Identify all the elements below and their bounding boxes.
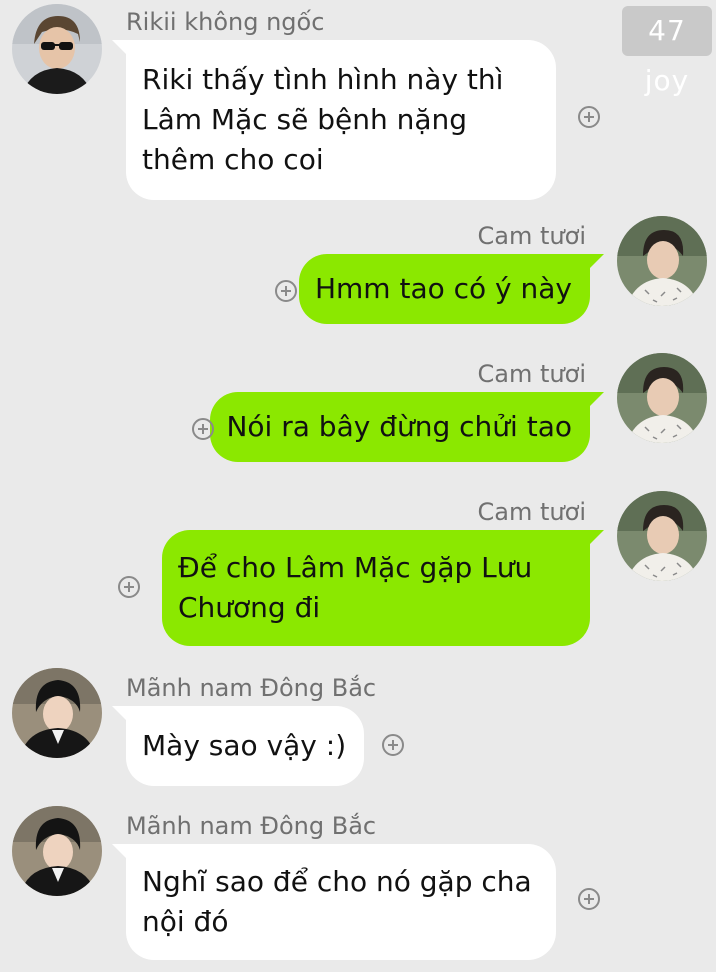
add-reaction-icon[interactable] [382, 734, 404, 756]
message-bubble[interactable]: Để cho Lâm Mặc gặp Lưu Chương đi [162, 530, 604, 646]
add-reaction-icon[interactable] [118, 576, 140, 598]
avatar-manh-nam[interactable] [12, 806, 102, 896]
sender-name: Rikii không ngốc [126, 8, 325, 36]
message-bubble[interactable]: Nói ra bây đừng chửi tao [210, 392, 604, 462]
sender-name: Mãnh nam Đông Bắc [126, 674, 377, 702]
sender-name: Cam tươi [477, 222, 586, 250]
add-reaction-icon[interactable] [578, 106, 600, 128]
avatar-cam-tuoi[interactable] [617, 353, 707, 443]
message-bubble[interactable]: Riki thấy tình hình này thì Lâm Mặc sẽ b… [112, 40, 556, 200]
avatar-riki[interactable] [12, 4, 102, 94]
message-bubble[interactable]: Nghĩ sao để cho nó gặp cha nội đó [112, 844, 556, 960]
avatar-manh-nam[interactable] [12, 668, 102, 758]
avatar-cam-tuoi[interactable] [617, 216, 707, 306]
sender-name: Cam tươi [477, 360, 586, 388]
sender-name: Cam tươi [477, 498, 586, 526]
avatar-cam-tuoi[interactable] [617, 491, 707, 581]
add-reaction-icon[interactable] [192, 418, 214, 440]
message-bubble[interactable]: Mày sao vậy :) [111, 706, 365, 786]
watermark: 47 joy [622, 6, 712, 97]
add-reaction-icon[interactable] [275, 280, 297, 302]
message-bubble[interactable]: Hmm tao có ý này [298, 254, 605, 324]
add-reaction-icon[interactable] [578, 888, 600, 910]
sender-name: Mãnh nam Đông Bắc [126, 812, 377, 840]
